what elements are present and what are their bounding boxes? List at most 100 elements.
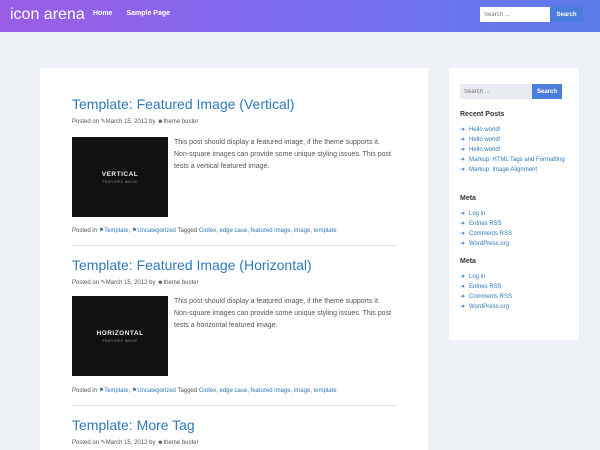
list-item[interactable]: ➜ Entries RSS [460,219,572,229]
thumb-text: VERTICAL [101,171,139,178]
arrow-icon: ➜ [460,211,466,217]
meta-link[interactable]: WordPress.org [469,241,509,247]
meta-list: ➜ Log in ➜ Entries RSS ➜ Comments RSS ➜ Word… [460,209,572,249]
post: Template: Featured Image (Vertical) Post… [72,96,396,246]
recent-post-link[interactable]: Markup: Image Alignment [469,167,537,173]
site-title[interactable]: icon arena [10,6,85,24]
arrow-icon: ➜ [460,284,466,290]
list-item[interactable]: ➜ WordPress.org [460,302,572,312]
by-label: by [149,280,156,286]
tagged-label: Tagged [177,228,198,234]
posted-in-label: Posted in [72,388,98,394]
post-meta: Posted on ✎March 15, 2012 by ☻theme bust… [72,279,396,286]
category-link[interactable]: Template [104,388,128,394]
main-content: Template: Featured Image (Vertical) Post… [40,68,428,450]
category-link[interactable]: Uncategorized [137,388,176,394]
recent-post-link[interactable]: Hello world! [469,147,500,153]
site-header: icon arena Home Sample Page Search [0,0,600,32]
post-author[interactable]: theme buster [163,119,198,125]
posted-in-label: Posted in [72,228,98,234]
tag-link[interactable]: featured image [251,228,291,234]
recent-post-link[interactable]: Hello world! [469,137,500,143]
list-item[interactable]: ➜ Hello world! [460,125,572,135]
post-author[interactable]: theme buster [163,440,198,446]
header-search-input[interactable] [480,7,550,22]
meta-link[interactable]: Entries RSS [469,284,502,290]
arrow-icon: ➜ [460,147,466,153]
arrow-icon: ➜ [460,304,466,310]
meta-list: ➜ Log in ➜ Entries RSS ➜ Comments RSS ➜ Word… [460,272,572,312]
header-search-button[interactable]: Search [550,7,583,22]
tagged-label: Tagged [177,388,198,394]
recent-post-link[interactable]: Markup: HTML Tags and Formatting [469,157,565,163]
list-item[interactable]: ➜ Entries RSS [460,282,572,292]
arrow-icon: ➜ [460,167,466,173]
sidebar: Search Recent Posts ➜Hello world! ➜Hello… [449,68,579,340]
post-footer-meta: Posted in ⚑Template, ⚑Uncategorized Tagg… [72,388,337,394]
by-label: by [149,119,156,125]
list-item[interactable]: ➜ Log in [460,272,572,282]
list-item[interactable]: ➜ Comments RSS [460,229,572,239]
arrow-icon: ➜ [460,274,466,280]
list-item[interactable]: ➜ Markup: HTML Tags and Formatting [460,155,572,165]
meta-link[interactable]: WordPress.org [469,304,509,310]
thumb-subtext: FEATURED IMAGE [102,339,138,343]
recent-post-link[interactable]: Hello world! [469,127,500,133]
tag-link[interactable]: Codex [199,388,216,394]
post-date[interactable]: March 15, 2012 [106,119,148,125]
featured-image[interactable]: HORIZONTAL FEATURED IMAGE [72,296,168,376]
category-link[interactable]: Uncategorized [137,228,176,234]
tag-link[interactable]: image [294,228,310,234]
recent-posts-title: Recent Posts [460,111,505,118]
posted-on-label: Posted on [72,440,100,446]
sidebar-search-input[interactable] [460,84,532,99]
post-author[interactable]: theme buster [163,280,198,286]
arrow-icon: ➜ [460,221,466,227]
tag-link[interactable]: template [314,228,337,234]
list-item[interactable]: ➜ WordPress.org [460,239,572,249]
sidebar-search-button[interactable]: Search [532,84,562,99]
list-item[interactable]: ➜ Comments RSS [460,292,572,302]
meta-link[interactable]: Entries RSS [469,221,502,227]
meta-link[interactable]: Comments RSS [469,231,512,237]
posted-on-label: Posted on [72,119,100,125]
meta-link[interactable]: Log in [469,211,485,217]
nav-home[interactable]: Home [93,10,112,17]
post: Template: Featured Image (Horizontal) Po… [72,257,396,406]
main-nav: Home Sample Page [93,10,170,17]
post-excerpt: This post should display a featured imag… [174,139,391,170]
category-link[interactable]: Template [104,228,128,234]
post-divider [72,405,396,406]
posted-on-label: Posted on [72,280,100,286]
thumb-text: HORIZONTAL [96,330,144,337]
list-item[interactable]: ➜ Markup: Image Alignment [460,165,572,175]
post-footer-meta: Posted in ⚑Template, ⚑Uncategorized Tagg… [72,228,337,234]
list-item[interactable]: ➜ Hello world! [460,135,572,145]
post-date[interactable]: March 15, 2012 [106,280,148,286]
tag-link[interactable]: template [314,388,337,394]
arrow-icon: ➜ [460,137,466,143]
post-meta: Posted on ✎March 15, 2012 by ☻theme bust… [72,439,396,446]
tag-link[interactable]: edge case [220,388,248,394]
arrow-icon: ➜ [460,157,466,163]
thumb-subtext: FEATURED IMAGE [102,180,138,184]
meta-link[interactable]: Log in [469,274,485,280]
list-item[interactable]: ➜ Log in [460,209,572,219]
tag-link[interactable]: featured image [251,388,291,394]
recent-posts-list: ➜ Hello world! ➜ Hello world! ➜ Hello world… [460,125,572,175]
sidebar-search: Search [460,84,562,99]
tag-link[interactable]: image [294,388,310,394]
list-item[interactable]: ➜ Hello world! [460,145,572,155]
post-date[interactable]: March 15, 2012 [106,440,148,446]
featured-image[interactable]: VERTICAL FEATURED IMAGE [72,137,168,217]
tag-link[interactable]: edge case [220,228,248,234]
meta-link[interactable]: Comments RSS [469,294,512,300]
post-divider [72,245,396,246]
post-title[interactable]: Template: More Tag [72,417,396,433]
post-title[interactable]: Template: Featured Image (Vertical) [72,96,396,112]
nav-sample-page[interactable]: Sample Page [126,10,170,17]
arrow-icon: ➜ [460,231,466,237]
tag-link[interactable]: Codex [199,228,216,234]
post-title[interactable]: Template: Featured Image (Horizontal) [72,257,396,273]
post-excerpt: This post should display a featured imag… [174,298,391,329]
